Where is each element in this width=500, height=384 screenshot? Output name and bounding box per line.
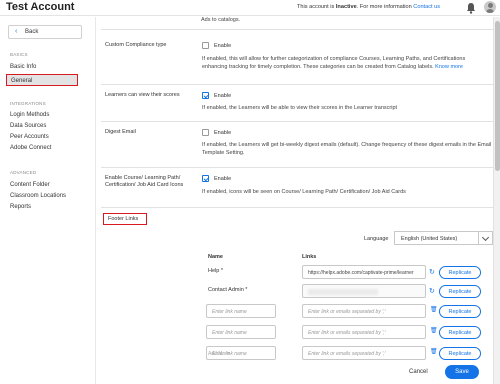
compliance-checkbox[interactable] — [202, 42, 209, 49]
status-word: Inactive — [335, 4, 357, 10]
setting-label-card-icons: Enable Course/ Learning Path/ Certificat… — [105, 175, 184, 188]
trash-icon[interactable]: 🗑 — [430, 307, 438, 314]
sidebar-item-adobe-connect[interactable]: Adobe Connect — [10, 145, 51, 151]
help-link-input[interactable]: https://helpx.adobe.com/captivate-prime/… — [302, 265, 426, 279]
back-button[interactable]: ‹ Back — [8, 25, 82, 39]
card-icons-description: If enabled, icons will be seen on Course… — [202, 189, 406, 195]
scores-description: If enabled, the Learners will be able to… — [202, 105, 398, 111]
sidebar-item-basic-info[interactable]: Basic Info — [10, 64, 36, 70]
link-url-input[interactable]: Enter link or emails separated by ';' — [302, 304, 426, 318]
section-heading-advanced: ADVANCED — [10, 170, 37, 175]
save-button[interactable]: Save — [445, 365, 479, 379]
link-name-help: Help * — [208, 268, 223, 274]
sidebar-item-content-folder[interactable]: Content Folder — [10, 182, 50, 188]
scores-enable-label: Enable — [214, 93, 232, 99]
chevron-left-icon: ‹ — [15, 28, 18, 35]
sidebar-item-general[interactable]: General — [6, 74, 78, 86]
digest-enable-label: Enable — [214, 130, 232, 136]
refresh-icon[interactable]: ↻ — [429, 288, 435, 295]
top-fragment-text: Ads to catalogs. — [201, 17, 241, 23]
avatar[interactable] — [484, 1, 496, 13]
trash-icon[interactable]: 🗑 — [430, 328, 438, 335]
footer-links-title: Footer Links — [103, 213, 147, 225]
digest-checkbox[interactable] — [202, 129, 209, 136]
sidebar: ‹ Back BASICS Basic Info General INTEGRA… — [0, 17, 96, 384]
trash-icon[interactable]: 🗑 — [430, 349, 438, 356]
replicate-button[interactable]: Replicate — [439, 347, 481, 360]
sidebar-item-reports[interactable]: Reports — [10, 204, 31, 210]
divider — [101, 84, 493, 85]
column-header-name: Name — [208, 254, 223, 260]
scrollbar-thumb[interactable] — [495, 21, 500, 171]
setting-label-compliance: Custom Compliance type — [105, 42, 167, 48]
compliance-enable-label: Enable — [214, 43, 232, 49]
card-icons-checkbox[interactable] — [202, 175, 209, 182]
account-status-message: This account is Inactive. For more infor… — [297, 4, 441, 10]
link-name-input[interactable]: Enter link name — [206, 325, 276, 339]
scrollbar[interactable] — [493, 17, 500, 384]
sidebar-item-classroom-locations[interactable]: Classroom Locations — [10, 193, 66, 199]
replicate-button[interactable]: Replicate — [439, 326, 481, 339]
divider — [101, 167, 493, 168]
divider — [101, 121, 493, 122]
card-icons-enable-label: Enable — [214, 176, 232, 182]
divider — [101, 207, 493, 208]
settings-panel: Ads to catalogs. Custom Compliance type … — [97, 17, 500, 384]
cancel-button[interactable]: Cancel — [409, 369, 428, 375]
contact-us-link[interactable]: Contact us — [413, 4, 440, 10]
digest-description: If enabled, the Learners will get bi-wee… — [202, 142, 492, 156]
know-more-link[interactable]: Know more — [435, 64, 463, 70]
sidebar-item-peer-accounts[interactable]: Peer Accounts — [10, 134, 49, 140]
column-header-links: Links — [302, 254, 317, 260]
divider — [101, 29, 493, 30]
replicate-button[interactable]: Replicate — [439, 266, 481, 279]
link-name-input[interactable]: Enter link name — [206, 304, 276, 318]
link-url-input[interactable]: Enter link or emails separated by ';' — [302, 346, 426, 360]
contact-admin-link-input[interactable] — [302, 284, 426, 298]
compliance-description: If enabled, this will allow for further … — [202, 56, 466, 70]
scores-checkbox[interactable] — [202, 92, 209, 99]
sidebar-item-data-sources[interactable]: Data Sources — [10, 123, 46, 129]
section-heading-basics: BASICS — [10, 52, 28, 57]
section-heading-integrations: INTEGRATIONS — [10, 101, 46, 106]
sidebar-item-login-methods[interactable]: Login Methods — [10, 112, 49, 118]
setting-label-digest: Digest Email — [105, 129, 136, 135]
chevron-down-icon — [481, 233, 490, 242]
add-more-link[interactable]: Add More — [208, 351, 230, 357]
app-title: Test Account — [6, 1, 75, 13]
language-label: Language — [364, 236, 389, 242]
replicate-button[interactable]: Replicate — [439, 285, 481, 298]
replicate-button[interactable]: Replicate — [439, 305, 481, 318]
link-name-contact-admin: Contact Admin * — [208, 287, 248, 293]
language-select[interactable]: English (United States) — [394, 231, 479, 245]
top-bar: Test Account This account is Inactive. F… — [0, 0, 500, 16]
setting-label-scores: Learners can view their scores — [105, 92, 180, 98]
language-dropdown-button[interactable] — [479, 231, 493, 245]
bell-icon[interactable] — [466, 2, 476, 14]
link-url-input[interactable]: Enter link or emails separated by ';' — [302, 325, 426, 339]
refresh-icon[interactable]: ↻ — [429, 269, 435, 276]
